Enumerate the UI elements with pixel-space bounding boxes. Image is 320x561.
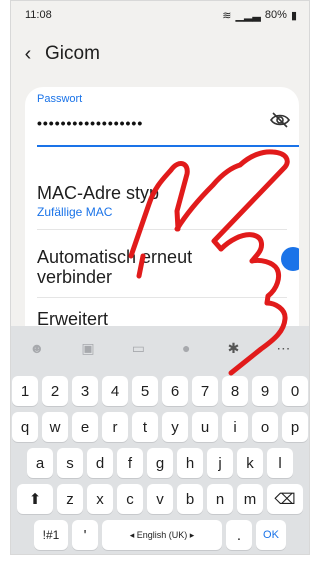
hand-pointer-icon [128, 149, 290, 376]
phone-screen: 11:08 ≋ ▁▂▃ 80% ▮ ‹ Gicom Passwort •••••… [10, 0, 310, 555]
